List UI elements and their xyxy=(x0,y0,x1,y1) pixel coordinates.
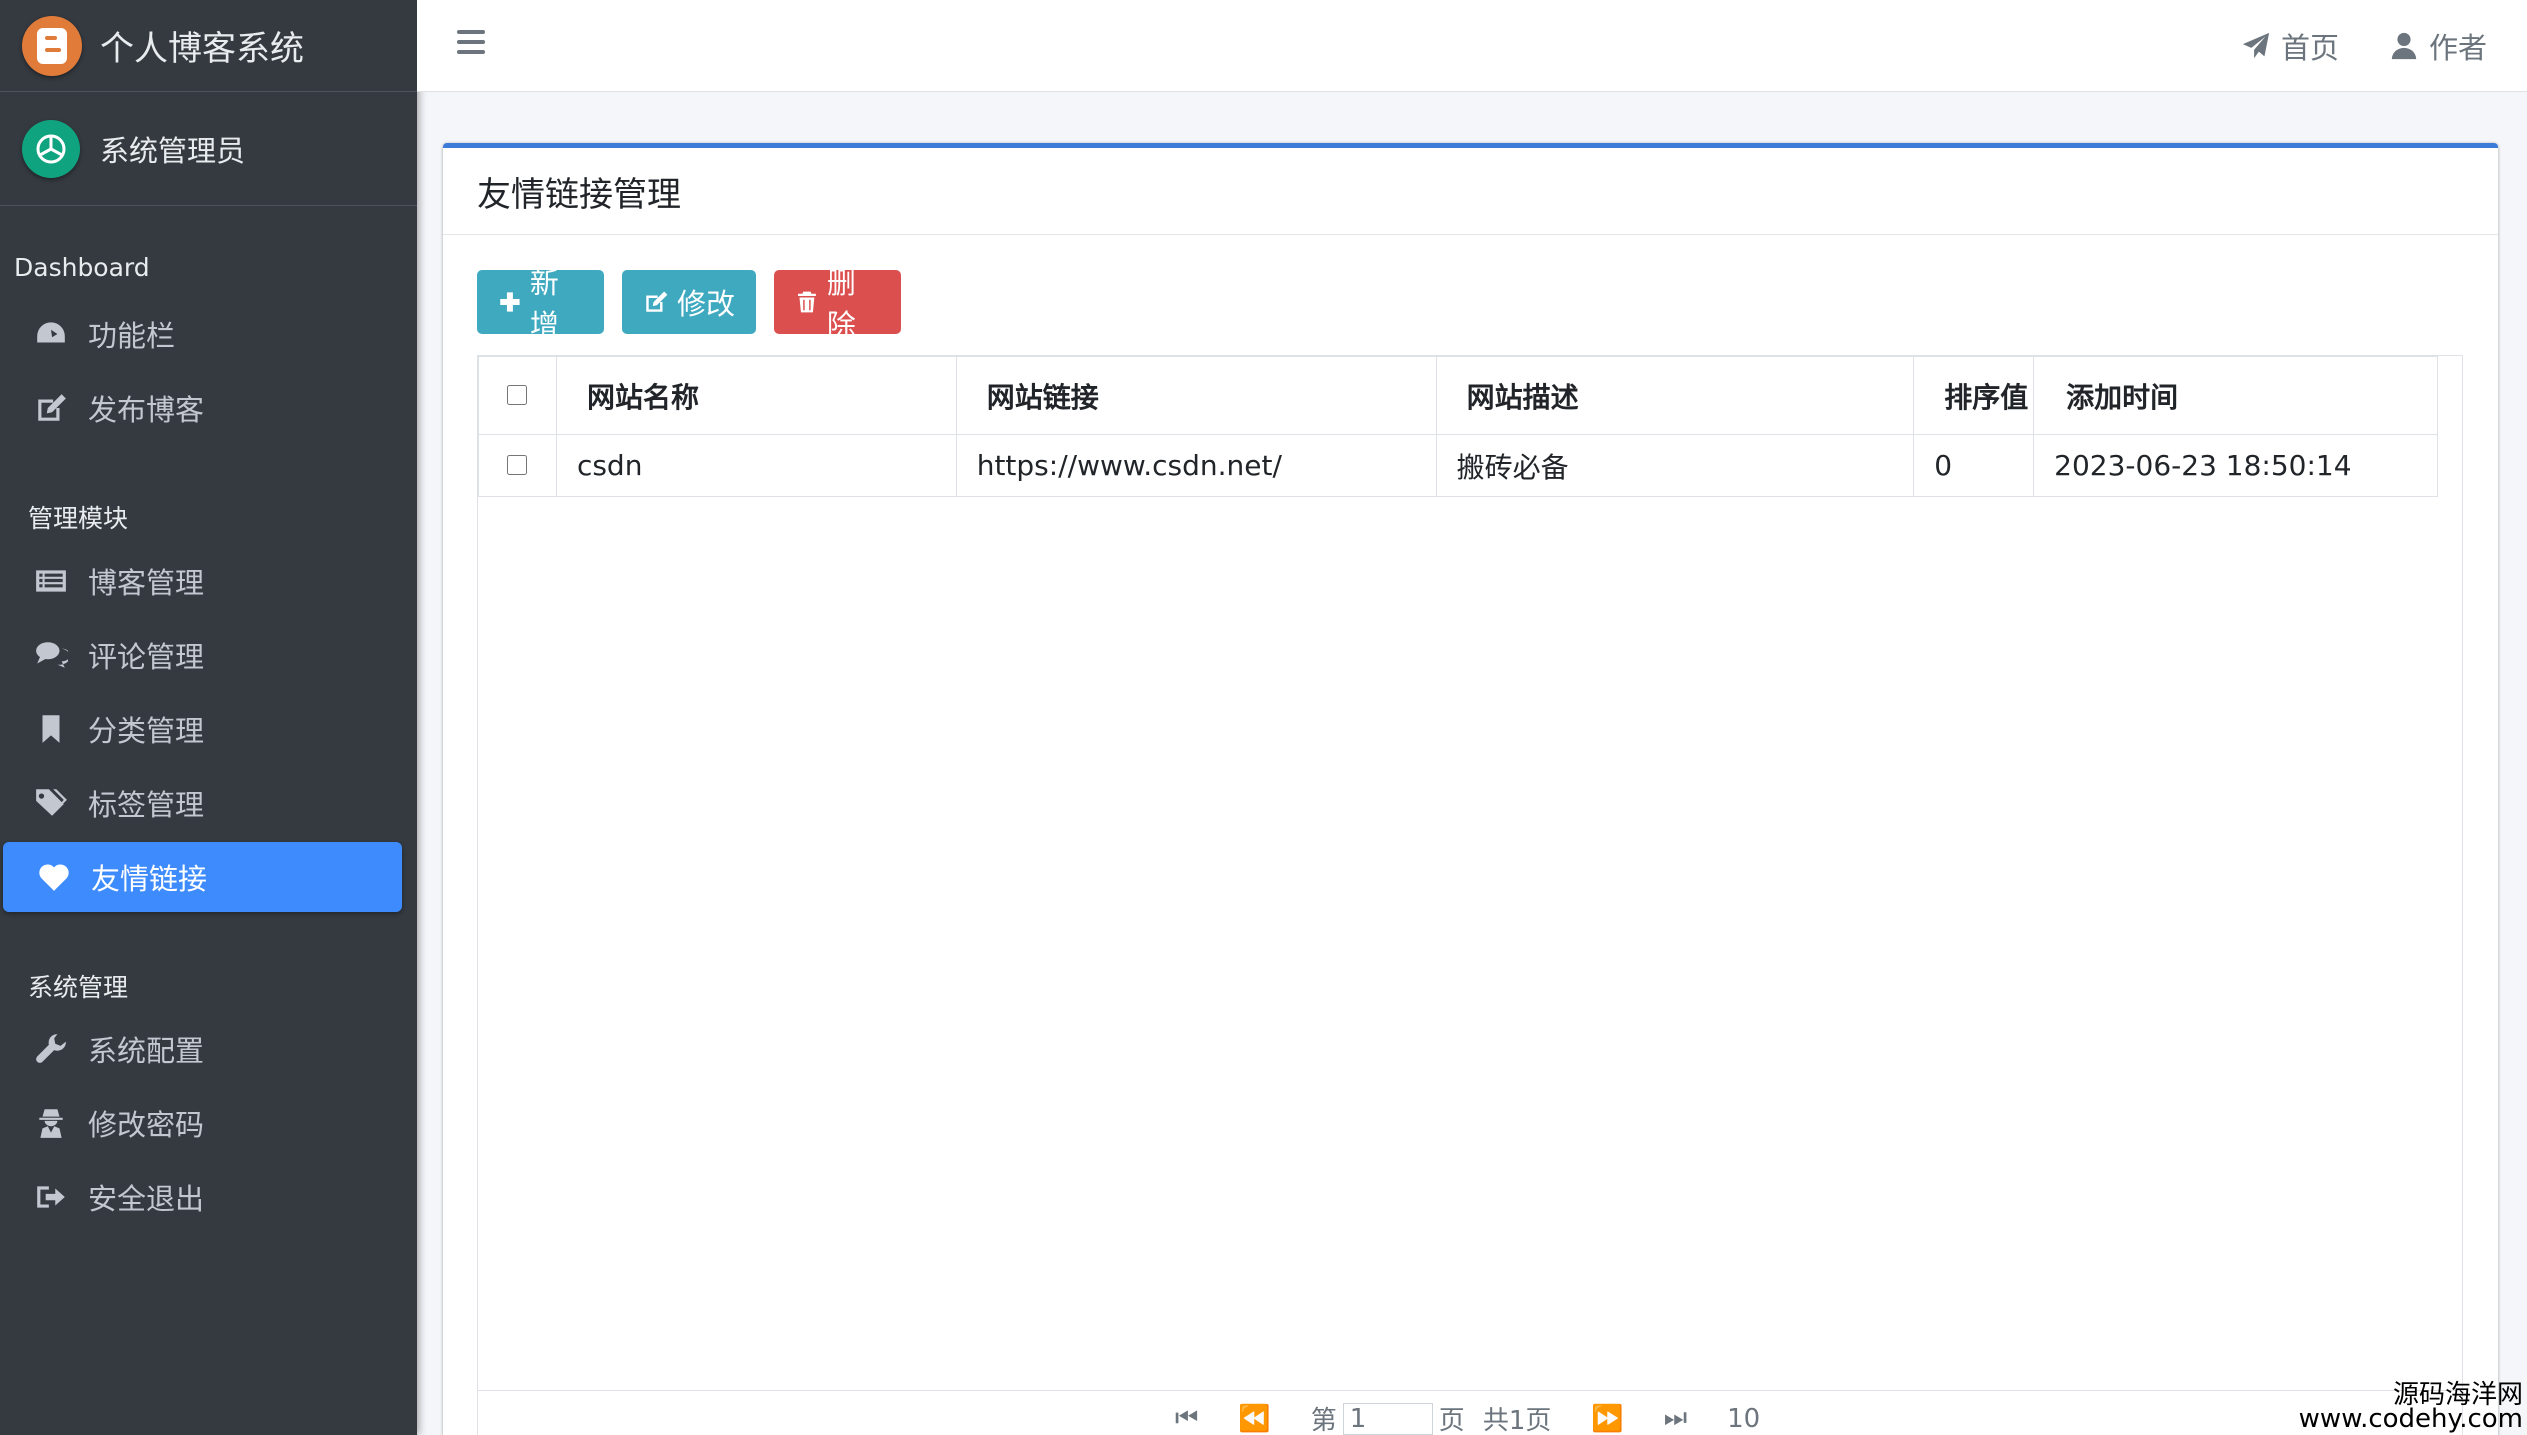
select-all-checkbox[interactable] xyxy=(507,385,528,405)
column-header-name[interactable]: 网站名称 xyxy=(555,356,957,435)
links-table: 网站名称 网站链接 网站描述 排序值 添加时间 csdn https://www… xyxy=(478,356,2438,497)
sidebar: 个人博客系统 系统管理员 Dashboard 功能栏 发布博客 管理模块 博客管… xyxy=(0,0,417,1435)
wrench-icon xyxy=(32,1030,70,1068)
brand-link[interactable]: 个人博客系统 xyxy=(0,0,417,92)
row-checkbox[interactable] xyxy=(507,455,528,475)
edit-button[interactable]: 修改 xyxy=(622,270,756,334)
sidebar-item-blogs[interactable]: 博客管理 xyxy=(0,546,402,616)
table-header-row: 网站名称 网站链接 网站描述 排序值 添加时间 xyxy=(478,356,2438,435)
pager-page-prefix: 第 xyxy=(1310,1406,1337,1435)
pager-page-suffix: 页 xyxy=(1438,1406,1465,1435)
sidebar-item-label: 博客管理 xyxy=(88,566,205,600)
sidebar-item-label: 修改密码 xyxy=(88,1108,205,1142)
plus-icon xyxy=(500,292,520,312)
add-button-label: 新增 xyxy=(529,266,559,342)
page-number-input[interactable]: 1 xyxy=(1342,1402,1433,1435)
table-row[interactable]: csdn https://www.csdn.net/ 搬砖必备 0 2023-0… xyxy=(478,434,2438,497)
sidebar-item-settings[interactable]: 系统配置 xyxy=(0,1014,402,1084)
topbar: 首页 作者 xyxy=(417,0,2527,92)
column-header-order[interactable]: 排序值 xyxy=(1913,356,2035,435)
user-name: 系统管理员 xyxy=(100,133,246,168)
sidebar-item-label: 功能栏 xyxy=(88,319,176,353)
column-header-url[interactable]: 网站链接 xyxy=(955,356,1437,435)
watermark-line2: www.codehy.com xyxy=(2298,1404,2523,1434)
sidebar-item-label: 评论管理 xyxy=(88,640,205,674)
sidebar-item-label: 标签管理 xyxy=(88,788,205,822)
sidebar-item-dashboard[interactable]: 功能栏 xyxy=(0,299,402,369)
menu-toggle-icon[interactable] xyxy=(457,30,485,54)
cell-name: csdn xyxy=(555,434,957,497)
comments-icon xyxy=(32,636,70,674)
nav-header-modules: 管理模块 xyxy=(28,504,129,533)
blogger-logo-icon xyxy=(22,15,82,76)
edit-button-label: 修改 xyxy=(677,287,736,321)
pager-total: 共1页 xyxy=(1482,1406,1552,1435)
user-secret-icon xyxy=(32,1104,70,1142)
delete-button-label: 删除 xyxy=(826,266,856,342)
home-link[interactable]: 首页 xyxy=(2241,24,2339,68)
sign-out-icon xyxy=(32,1178,70,1216)
row-select-cell xyxy=(478,434,557,497)
openai-logo-icon xyxy=(36,134,66,163)
column-header-desc[interactable]: 网站描述 xyxy=(1435,356,1915,435)
first-page-icon[interactable]: ⏮ xyxy=(1175,1403,1198,1434)
column-header-time[interactable]: 添加时间 xyxy=(2033,356,2438,435)
delete-button[interactable]: 删除 xyxy=(774,266,901,342)
edit-icon xyxy=(646,291,668,312)
nav-header-system: 系统管理 xyxy=(28,973,129,1002)
sidebar-item-publish[interactable]: 发布博客 xyxy=(0,373,402,443)
prev-page-icon[interactable]: ⏪ xyxy=(1238,1404,1270,1434)
dashboard-icon xyxy=(32,315,70,353)
cell-url: https://www.csdn.net/ xyxy=(955,434,1437,497)
page-size-select[interactable]: 10 xyxy=(1727,1404,1760,1434)
author-link-label: 作者 xyxy=(2429,31,2488,65)
select-all-cell xyxy=(478,356,557,435)
heart-icon xyxy=(35,858,73,896)
cell-time: 2023-06-23 18:50:14 xyxy=(2033,434,2438,497)
sidebar-item-label: 发布博客 xyxy=(88,393,205,427)
add-button[interactable]: 新增 xyxy=(477,266,604,342)
list-icon xyxy=(32,562,70,600)
sidebar-item-label: 系统配置 xyxy=(88,1034,205,1068)
sidebar-item-label: 友情链接 xyxy=(91,862,208,896)
sidebar-item-label: 分类管理 xyxy=(88,714,205,748)
watermark: 源码海洋网 www.codehy.com xyxy=(2298,1382,2523,1434)
nav-header-dashboard: Dashboard xyxy=(14,253,150,282)
cell-desc: 搬砖必备 xyxy=(1435,434,1915,497)
sidebar-item-logout[interactable]: 安全退出 xyxy=(0,1162,402,1232)
links-table-container: 网站名称 网站链接 网站描述 排序值 添加时间 csdn https://www… xyxy=(477,355,2463,1435)
author-link[interactable]: 作者 xyxy=(2389,24,2487,68)
paper-plane-icon xyxy=(2242,32,2270,59)
home-link-label: 首页 xyxy=(2281,31,2340,65)
edit-icon xyxy=(32,389,70,427)
sidebar-item-comments[interactable]: 评论管理 xyxy=(0,620,402,690)
page-title: 友情链接管理 xyxy=(477,174,681,215)
trash-icon xyxy=(797,291,816,313)
pager: ⏮ ⏪ 第 1 页 共1页 ⏩ ⏭ 10 xyxy=(1175,1400,1760,1435)
friend-links-card: 友情链接管理 新增 修改 删除 网站名称 网站链接 网站描述 排序值 添加时间 … xyxy=(443,143,2498,1435)
user-icon xyxy=(2391,32,2417,60)
sidebar-item-change-password[interactable]: 修改密码 xyxy=(0,1088,402,1158)
card-header: 友情链接管理 xyxy=(443,148,2498,235)
brand-title: 个人博客系统 xyxy=(100,29,304,69)
sidebar-item-friend-links[interactable]: 友情链接 xyxy=(3,842,402,912)
sidebar-item-categories[interactable]: 分类管理 xyxy=(0,694,402,764)
bookmark-icon xyxy=(32,710,70,748)
next-page-icon[interactable]: ⏩ xyxy=(1591,1404,1623,1434)
sidebar-item-label: 安全退出 xyxy=(88,1182,205,1216)
toolbar: 新增 修改 删除 xyxy=(477,266,919,342)
avatar xyxy=(22,119,80,178)
tags-icon xyxy=(32,784,70,822)
user-panel[interactable]: 系统管理员 xyxy=(0,92,417,206)
cell-order: 0 xyxy=(1913,434,2035,497)
last-page-icon[interactable]: ⏭ xyxy=(1664,1403,1687,1434)
sidebar-item-tags[interactable]: 标签管理 xyxy=(0,768,402,838)
pager-divider xyxy=(478,1390,2464,1391)
